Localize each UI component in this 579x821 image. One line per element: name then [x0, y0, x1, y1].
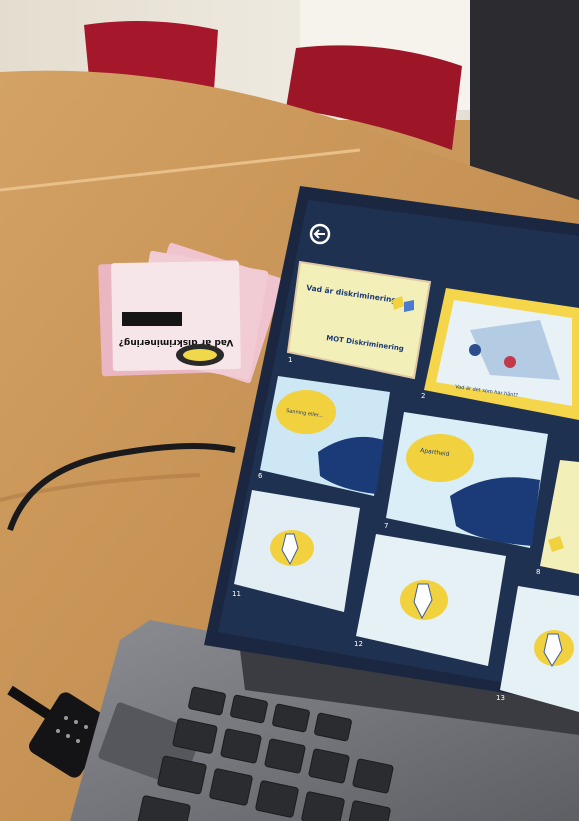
slide-number: 8 [536, 568, 540, 576]
scene-svg: Vad är diskriminering? Vad är diskrimine… [0, 0, 579, 821]
slide-number: 6 [258, 472, 263, 480]
slide-number: 2 [421, 392, 425, 400]
brochure-title: Vad är diskriminering? [119, 337, 234, 347]
photo-scene: Vad är diskriminering? Vad är diskrimine… [0, 0, 579, 821]
slide-number: 12 [354, 640, 363, 648]
slide-number: 7 [384, 522, 388, 530]
curtain [470, 0, 579, 200]
slide-number: 11 [232, 590, 241, 598]
slide-number: 13 [496, 694, 505, 702]
slide-number: 1 [288, 356, 292, 364]
